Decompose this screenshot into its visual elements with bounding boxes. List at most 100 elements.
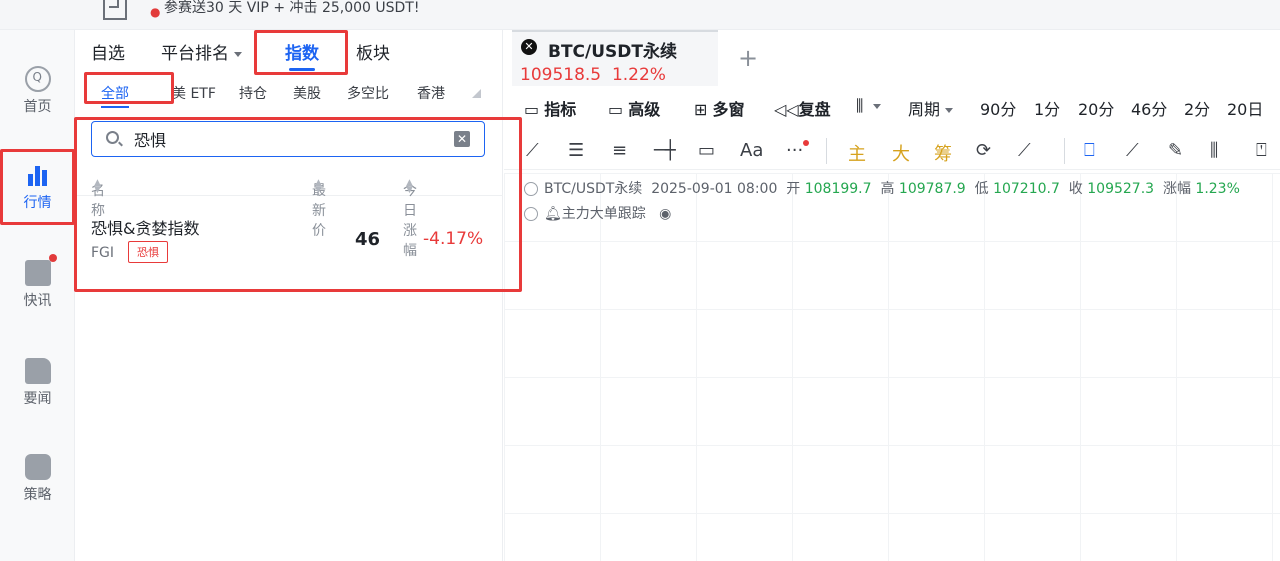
ruler-icon[interactable]: ⟋ — [1126, 140, 1139, 161]
ohlc-close-label: 收 — [1068, 181, 1083, 197]
ohlc-open: 108199.7 — [804, 181, 872, 197]
left-nav: 首页 行情 快讯 要闻 策略 — [0, 30, 75, 561]
text-tool[interactable]: Aa — [740, 140, 763, 161]
document-icon — [24, 358, 51, 384]
symbol-name: BTC/USDT永续 — [548, 42, 677, 62]
chart-grid[interactable] — [504, 173, 1280, 561]
interval-1m[interactable]: 1分 — [1034, 96, 1060, 120]
tab-ranking-label: 平台排名 — [161, 44, 229, 64]
chart-panel: ✕ BTC/USDT永续 109518.5 1.22% + ▭ 指标 ▭ 高级 … — [504, 30, 1280, 561]
candles-icon[interactable]: ⫼ — [1210, 140, 1218, 161]
indicator-button[interactable]: ▭ 指标 — [524, 96, 576, 120]
collapse-icon[interactable] — [524, 207, 538, 221]
more-tools[interactable]: ··· — [786, 140, 810, 161]
nav-headlines[interactable]: 要闻 — [0, 358, 75, 418]
advanced-button[interactable]: ▭ 高级 — [608, 96, 660, 120]
item-tag: 恐惧 — [128, 241, 168, 263]
ohlc-high-label: 高 — [880, 181, 895, 197]
market-tabs: 自选 平台排名 指数 板块 — [75, 30, 503, 72]
item-change: -4.17% — [423, 229, 484, 249]
symbol-tab[interactable]: ✕ BTC/USDT永续 109518.5 1.22% — [512, 30, 718, 86]
tab-sector[interactable]: 板块 — [356, 39, 390, 64]
bell-icon: 🔔︎ — [544, 206, 562, 222]
eye-off-icon[interactable]: ◉ — [659, 206, 671, 222]
market-panel: 自选 平台排名 指数 板块 全部 美 ETF 持仓 美股 多空比 香港 ✕ 名称… — [75, 30, 503, 561]
nav-news[interactable]: 快讯 — [0, 254, 75, 320]
period-label: 周期 — [908, 100, 941, 119]
interval-46m[interactable]: 46分 — [1131, 96, 1167, 120]
subtab-all[interactable]: 全部 — [101, 83, 129, 108]
tab-ranking[interactable]: 平台排名 — [161, 39, 242, 64]
ohlc-close: 109527.3 — [1087, 181, 1155, 197]
ohlc-open-label: 开 — [786, 181, 801, 197]
ohlc-chg-label: 涨幅 — [1162, 181, 1191, 197]
promo-bar[interactable]: ● 参赛送30 天 VIP + 冲击 25,000 USDT! — [0, 0, 1280, 30]
interval-90m[interactable]: 90分 — [980, 96, 1016, 120]
replay-button[interactable]: ◁◁复盘 — [774, 96, 831, 120]
nav-market[interactable]: 行情 — [0, 162, 75, 222]
item-price: 46 — [355, 229, 381, 250]
subtab-us-stock[interactable]: 美股 — [293, 83, 321, 103]
subtab-long-short[interactable]: 多空比 — [347, 83, 389, 103]
promo-text[interactable]: 参赛送30 天 VIP + 冲击 25,000 USDT! — [164, 0, 419, 16]
search-input[interactable] — [134, 128, 434, 150]
ohlc-chg: 1.23% — [1195, 181, 1240, 197]
subtab-position[interactable]: 持仓 — [239, 83, 267, 103]
interval-20m[interactable]: 20分 — [1078, 96, 1114, 120]
ohlc-high: 109787.9 — [898, 181, 966, 197]
indicator-icon: ▭ — [524, 100, 540, 119]
replay-label: 复盘 — [798, 100, 831, 119]
fib-lines-icon[interactable]: ≡ — [612, 140, 627, 161]
home-icon — [24, 66, 51, 92]
add-tab-button[interactable]: + — [738, 44, 758, 72]
chip-tool[interactable]: 筹 — [934, 140, 952, 166]
interval-2m[interactable]: 2分 — [1184, 96, 1210, 120]
subtab-hk[interactable]: 香港 — [417, 83, 445, 103]
sync-icon[interactable]: ⟳ — [976, 140, 991, 161]
advanced-label: 高级 — [628, 100, 661, 119]
list-header: 名称 ▲ ▼ 最新价 ▲ ▼ 今日涨幅 ▲ ▼ — [75, 172, 503, 259]
multi-label: 多窗 — [712, 100, 745, 119]
ohlc-low-label: 低 — [974, 181, 989, 197]
nav-strategy[interactable]: 策略 — [0, 454, 75, 514]
main-force-tool[interactable]: 主 — [848, 140, 866, 166]
gift-icon — [103, 0, 127, 20]
collapse-icon[interactable] — [524, 182, 538, 196]
exchange-logo-icon: ✕ — [521, 39, 537, 55]
robot-icon — [24, 454, 51, 480]
horizontal-line-icon[interactable]: ─┼ — [654, 140, 676, 161]
period-button[interactable]: 周期 — [908, 96, 954, 120]
multi-window-button[interactable]: ⊞ 多窗 — [694, 96, 745, 120]
lock-icon[interactable]: ⍞ — [1256, 140, 1267, 161]
search-box[interactable]: ✕ — [91, 121, 485, 157]
indicator-name[interactable]: 主力大单跟踪 — [562, 206, 646, 222]
nav-strategy-label: 策略 — [23, 487, 52, 503]
sort-icon: ▲ ▼ — [315, 178, 322, 195]
rectangle-icon[interactable]: ▭ — [698, 140, 715, 161]
list-item[interactable]: 恐惧&贪婪指数 FGI 恐惧 46 -4.17% — [75, 205, 503, 271]
chart-toolbar: ▭ 指标 ▭ 高级 ⊞ 多窗 ◁◁复盘 ⫼ 周期 90分 1分 20分 46分 … — [504, 92, 1280, 122]
big-order-tool[interactable]: 大 — [892, 140, 910, 166]
item-name: 恐惧&贪婪指数 — [91, 219, 200, 238]
tab-index[interactable]: 指数 — [285, 39, 319, 71]
chart-type-button[interactable]: ⫼ — [856, 96, 882, 116]
drawing-toolbar: ⟋ ☰ ≡ ─┼ ▭ Aa ··· 主 大 筹 ⟳ ⟋ ⎕ ⟋ ✎ ⫼ ⍞ — [504, 130, 1280, 170]
nav-news-label: 快讯 — [23, 293, 52, 309]
search-icon — [106, 131, 119, 144]
parallel-lines-icon[interactable]: ☰ — [568, 140, 584, 161]
subtab-us-etf[interactable]: 美 ETF — [172, 83, 216, 103]
clear-icon[interactable]: ✕ — [454, 131, 470, 147]
scroll-indicator-icon[interactable] — [472, 89, 481, 98]
rewind-icon: ◁◁ — [774, 100, 799, 119]
sort-icon: ▲ ▼ — [406, 178, 413, 195]
toolbar-divider — [1064, 138, 1065, 164]
tab-watchlist[interactable]: 自选 — [91, 39, 125, 64]
trendline-icon[interactable]: ⟋ — [526, 140, 539, 161]
bookmark-icon[interactable]: ⎕ — [1084, 140, 1095, 161]
hide-drawings-icon[interactable]: ⟋ — [1018, 140, 1031, 161]
indicator-label: 指标 — [544, 100, 577, 119]
interval-20d[interactable]: 20日 — [1227, 96, 1263, 120]
pencil-icon[interactable]: ✎ — [1168, 140, 1183, 161]
nav-market-label: 行情 — [23, 195, 52, 211]
nav-home[interactable]: 首页 — [0, 66, 75, 126]
